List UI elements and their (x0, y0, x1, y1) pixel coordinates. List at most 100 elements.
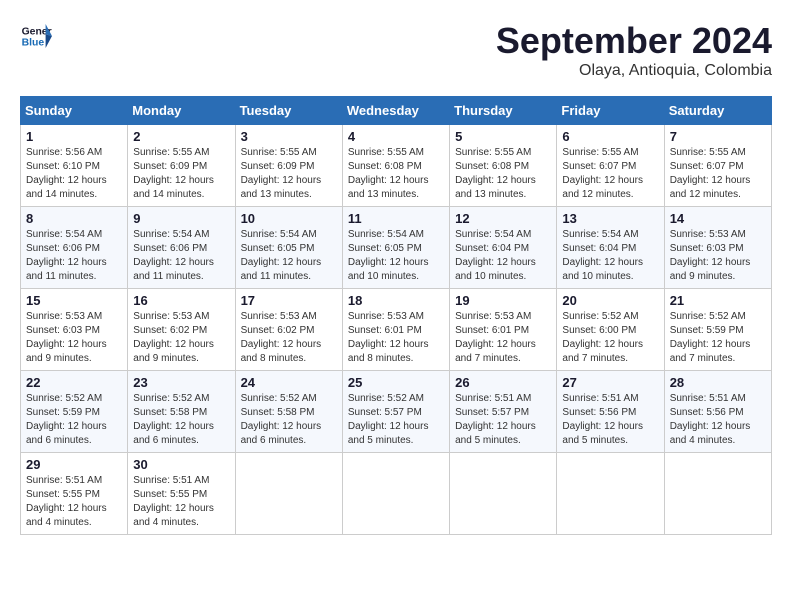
day-number: 19 (455, 293, 551, 308)
calendar-cell: 12Sunrise: 5:54 AMSunset: 6:04 PMDayligh… (450, 207, 557, 289)
calendar-cell: 26Sunrise: 5:51 AMSunset: 5:57 PMDayligh… (450, 371, 557, 453)
day-number: 17 (241, 293, 337, 308)
day-number: 10 (241, 211, 337, 226)
day-number: 30 (133, 457, 229, 472)
day-info: Sunrise: 5:53 AMSunset: 6:02 PMDaylight:… (241, 310, 337, 366)
day-info: Sunrise: 5:51 AMSunset: 5:56 PMDaylight:… (562, 392, 658, 448)
calendar-cell (235, 453, 342, 535)
month-title: September 2024 (496, 20, 772, 62)
day-info: Sunrise: 5:55 AMSunset: 6:08 PMDaylight:… (455, 146, 551, 202)
calendar-cell: 15 Sunrise: 5:53 AMSunset: 6:03 PMDayligh… (21, 289, 128, 371)
calendar-cell: 21Sunrise: 5:52 AMSunset: 5:59 PMDayligh… (664, 289, 771, 371)
svg-text:Blue: Blue (22, 38, 45, 49)
day-number: 8 (26, 211, 122, 226)
calendar-cell: 16 Sunrise: 5:53 AMSunset: 6:02 PMDayligh… (128, 289, 235, 371)
day-number: 7 (670, 129, 766, 144)
day-info: Sunrise: 5:53 AMSunset: 6:03 PMDaylight:… (670, 228, 766, 284)
calendar-cell: 2Sunrise: 5:55 AMSunset: 6:09 PMDaylight… (128, 125, 235, 207)
day-number: 29 (26, 457, 122, 472)
day-number: 4 (348, 129, 444, 144)
day-number: 15 (26, 293, 122, 308)
location-title: Olaya, Antioquia, Colombia (496, 62, 772, 80)
day-number: 2 (133, 129, 229, 144)
day-number: 21 (670, 293, 766, 308)
day-info: Sunrise: 5:51 AMSunset: 5:56 PMDaylight:… (670, 392, 766, 448)
page-header: General Blue September 2024 Olaya, Antio… (20, 20, 772, 80)
day-info: Sunrise: 5:52 AMSunset: 6:00 PMDaylight:… (562, 310, 658, 366)
calendar-cell: 25 Sunrise: 5:52 AMSunset: 5:57 PMDayligh… (342, 371, 449, 453)
calendar-week-row: 15 Sunrise: 5:53 AMSunset: 6:03 PMDayligh… (21, 289, 772, 371)
day-number: 3 (241, 129, 337, 144)
calendar-header-row: SundayMondayTuesdayWednesdayThursdayFrid… (21, 97, 772, 125)
day-number: 28 (670, 375, 766, 390)
day-of-week-header: Wednesday (342, 97, 449, 125)
calendar-cell: 20 Sunrise: 5:52 AMSunset: 6:00 PMDayligh… (557, 289, 664, 371)
day-info: Sunrise: 5:53 AMSunset: 6:01 PMDaylight:… (455, 310, 551, 366)
day-of-week-header: Sunday (21, 97, 128, 125)
day-info: Sunrise: 5:53 AMSunset: 6:02 PMDaylight:… (133, 310, 229, 366)
calendar-cell: 19 Sunrise: 5:53 AMSunset: 6:01 PMDayligh… (450, 289, 557, 371)
day-info: Sunrise: 5:54 AMSunset: 6:04 PMDaylight:… (562, 228, 658, 284)
calendar-cell: 3 Sunrise: 5:55 AMSunset: 6:09 PMDaylight… (235, 125, 342, 207)
day-info: Sunrise: 5:54 AMSunset: 6:06 PMDaylight:… (133, 228, 229, 284)
calendar-week-row: 22 Sunrise: 5:52 AMSunset: 5:59 PMDayligh… (21, 371, 772, 453)
day-info: Sunrise: 5:53 AMSunset: 6:01 PMDaylight:… (348, 310, 444, 366)
day-info: Sunrise: 5:52 AMSunset: 5:58 PMDaylight:… (133, 392, 229, 448)
calendar-cell: 22 Sunrise: 5:52 AMSunset: 5:59 PMDayligh… (21, 371, 128, 453)
day-of-week-header: Monday (128, 97, 235, 125)
day-info: Sunrise: 5:54 AMSunset: 6:06 PMDaylight:… (26, 228, 122, 284)
calendar-cell (557, 453, 664, 535)
day-info: Sunrise: 5:54 AMSunset: 6:05 PMDaylight:… (241, 228, 337, 284)
day-number: 25 (348, 375, 444, 390)
calendar-cell: 29Sunrise: 5:51 AMSunset: 5:55 PMDayligh… (21, 453, 128, 535)
day-number: 1 (26, 129, 122, 144)
calendar-cell: 11Sunrise: 5:54 AMSunset: 6:05 PMDayligh… (342, 207, 449, 289)
day-number: 13 (562, 211, 658, 226)
day-info: Sunrise: 5:55 AMSunset: 6:08 PMDaylight:… (348, 146, 444, 202)
day-number: 16 (133, 293, 229, 308)
day-number: 24 (241, 375, 337, 390)
calendar-cell: 17 Sunrise: 5:53 AMSunset: 6:02 PMDayligh… (235, 289, 342, 371)
calendar-cell (664, 453, 771, 535)
day-info: Sunrise: 5:51 AMSunset: 5:57 PMDaylight:… (455, 392, 551, 448)
day-number: 27 (562, 375, 658, 390)
day-number: 6 (562, 129, 658, 144)
calendar-cell: 13 Sunrise: 5:54 AMSunset: 6:04 PMDayligh… (557, 207, 664, 289)
calendar-cell: 7 Sunrise: 5:55 AMSunset: 6:07 PMDaylight… (664, 125, 771, 207)
logo: General Blue (20, 20, 52, 52)
day-of-week-header: Thursday (450, 97, 557, 125)
calendar-cell: 5 Sunrise: 5:55 AMSunset: 6:08 PMDaylight… (450, 125, 557, 207)
day-number: 23 (133, 375, 229, 390)
day-number: 9 (133, 211, 229, 226)
day-info: Sunrise: 5:55 AMSunset: 6:07 PMDaylight:… (670, 146, 766, 202)
day-info: Sunrise: 5:51 AMSunset: 5:55 PMDaylight:… (133, 474, 229, 530)
calendar-cell: 23 Sunrise: 5:52 AMSunset: 5:58 PMDayligh… (128, 371, 235, 453)
day-info: Sunrise: 5:52 AMSunset: 5:58 PMDaylight:… (241, 392, 337, 448)
calendar-cell: 6 Sunrise: 5:55 AMSunset: 6:07 PMDaylight… (557, 125, 664, 207)
day-info: Sunrise: 5:54 AMSunset: 6:04 PMDaylight:… (455, 228, 551, 284)
day-number: 11 (348, 211, 444, 226)
calendar-cell: 10 Sunrise: 5:54 AMSunset: 6:05 PMDayligh… (235, 207, 342, 289)
day-info: Sunrise: 5:56 AMSunset: 6:10 PMDaylight:… (26, 146, 122, 202)
day-info: Sunrise: 5:53 AMSunset: 6:03 PMDaylight:… (26, 310, 122, 366)
calendar-cell: 1 Sunrise: 5:56 AMSunset: 6:10 PMDaylight… (21, 125, 128, 207)
day-number: 14 (670, 211, 766, 226)
day-number: 18 (348, 293, 444, 308)
day-number: 5 (455, 129, 551, 144)
calendar-cell (342, 453, 449, 535)
day-number: 20 (562, 293, 658, 308)
calendar-cell: 24 Sunrise: 5:52 AMSunset: 5:58 PMDayligh… (235, 371, 342, 453)
calendar-week-row: 29 Sunrise: 5:51 AMSunset: 5:55 PMDayligh… (21, 453, 772, 535)
day-number: 22 (26, 375, 122, 390)
calendar-cell: 30 Sunrise: 5:51 AMSunset: 5:55 PMDayligh… (128, 453, 235, 535)
calendar-week-row: 1 Sunrise: 5:56 AMSunset: 6:10 PMDaylight… (21, 125, 772, 207)
calendar-cell: 9 Sunrise: 5:54 AMSunset: 6:06 PMDaylight… (128, 207, 235, 289)
calendar-cell: 27 Sunrise: 5:51 AMSunset: 5:56 PMDayligh… (557, 371, 664, 453)
day-info: Sunrise: 5:55 AMSunset: 6:07 PMDaylight:… (562, 146, 658, 202)
calendar-cell: 8 Sunrise: 5:54 AMSunset: 6:06 PMDaylight… (21, 207, 128, 289)
day-info: Sunrise: 5:55 AMSunset: 6:09 PMDaylight:… (241, 146, 337, 202)
day-info: Sunrise: 5:52 AMSunset: 5:57 PMDaylight:… (348, 392, 444, 448)
day-of-week-header: Saturday (664, 97, 771, 125)
calendar-cell: 4 Sunrise: 5:55 AMSunset: 6:08 PMDaylight… (342, 125, 449, 207)
day-info: Sunrise: 5:52 AMSunset: 5:59 PMDaylight:… (26, 392, 122, 448)
